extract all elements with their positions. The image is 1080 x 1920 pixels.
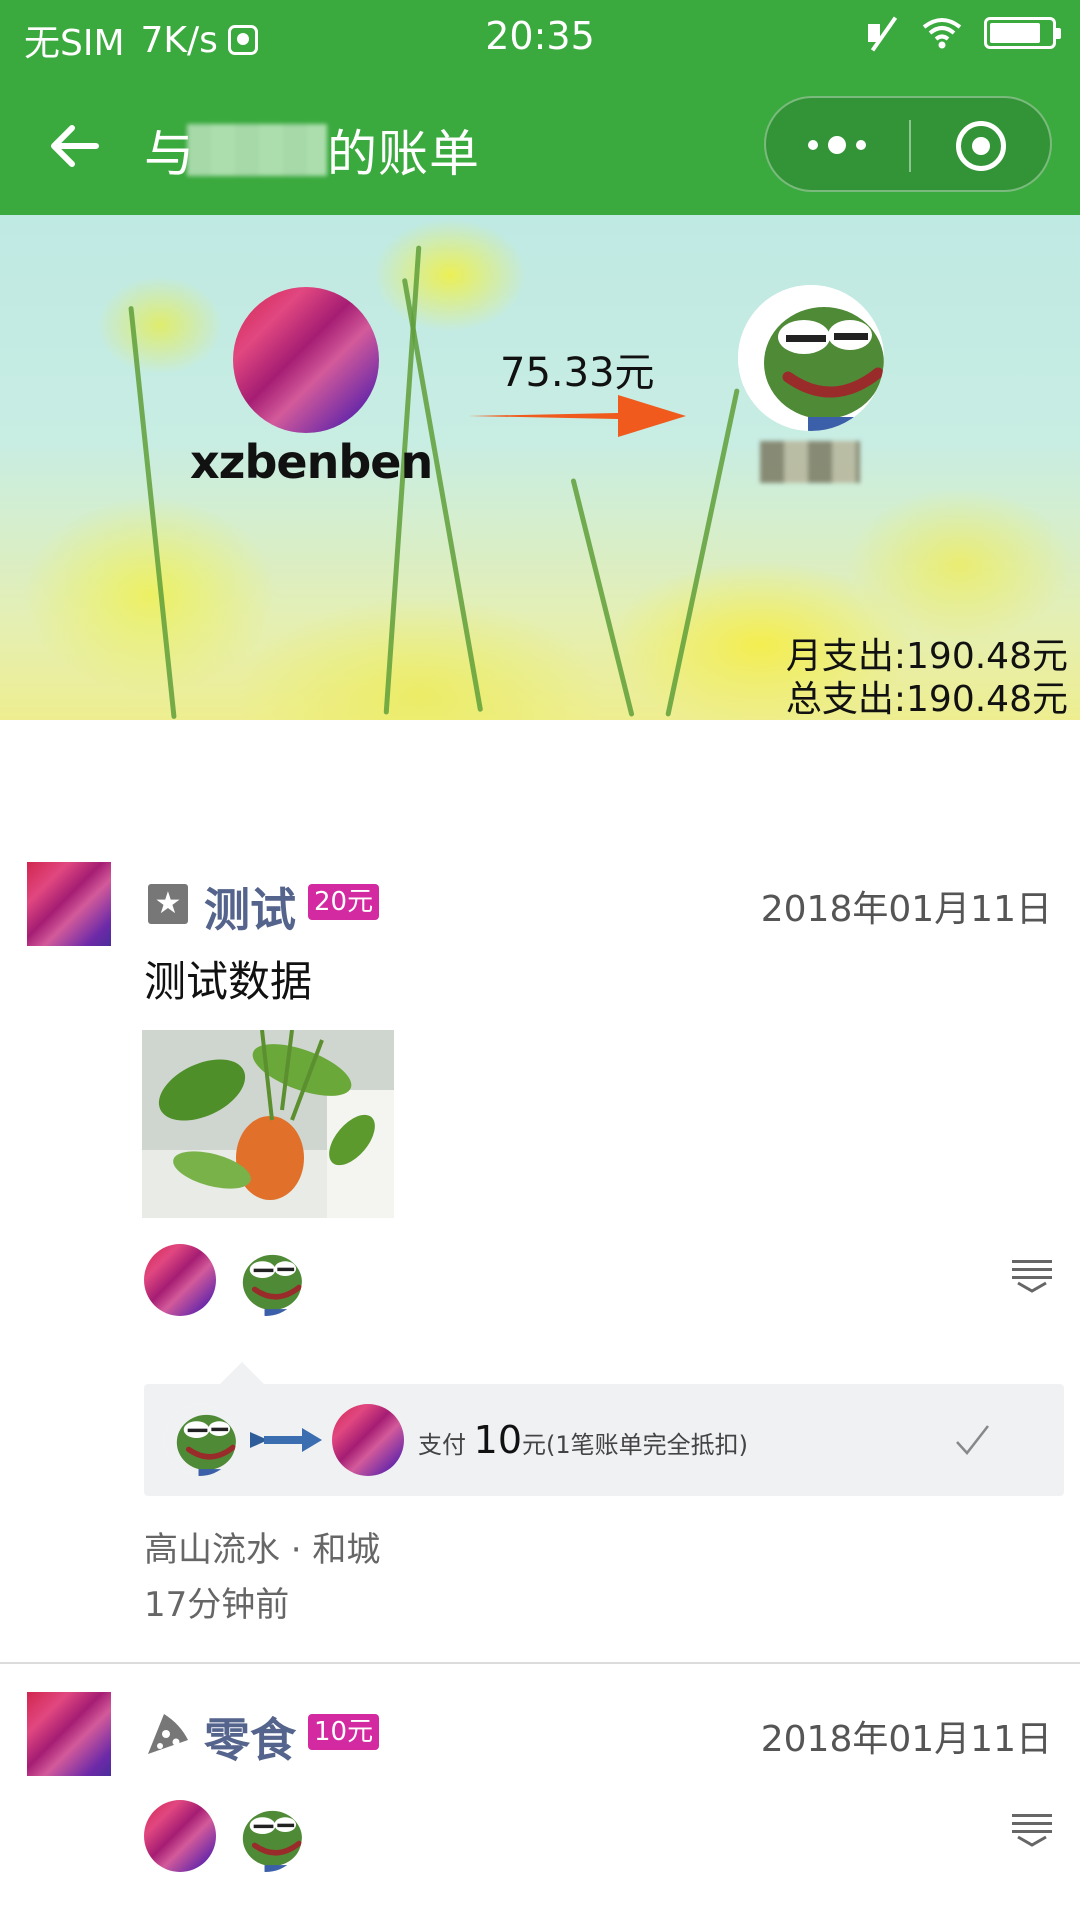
total-spend: 总支出:190.48元	[785, 679, 1068, 720]
participant-avatar[interactable]	[144, 1244, 216, 1316]
frog-face-icon	[230, 1244, 302, 1316]
more-options-button[interactable]	[766, 98, 909, 194]
post-date: 2018年01月11日	[760, 1719, 1052, 1760]
category-name[interactable]: 测试	[204, 874, 296, 940]
miniprogram-capsule	[764, 96, 1052, 192]
settlement-prefix: 支付	[418, 1431, 466, 1459]
payer-avatar[interactable]	[233, 287, 379, 433]
post-separator	[0, 1662, 1080, 1664]
flower-stem	[570, 478, 635, 717]
flower-stem	[401, 277, 484, 713]
close-miniprogram-button[interactable]	[911, 98, 1054, 194]
frog-face-icon	[164, 1404, 236, 1476]
star-icon: ★	[148, 884, 188, 924]
frog-face-icon	[738, 285, 884, 431]
more-dot-icon	[808, 140, 818, 150]
title-suffix: 的账单	[327, 125, 480, 183]
redacted-payee-name	[760, 441, 860, 483]
payee-mini-avatar	[332, 1404, 404, 1476]
participant-avatar[interactable]	[230, 1244, 302, 1316]
check-icon	[956, 1425, 989, 1455]
back-arrow-icon[interactable]	[44, 116, 104, 176]
amount-badge: 20元	[308, 884, 380, 920]
pizza-icon	[148, 1714, 188, 1754]
wifi-icon	[922, 18, 962, 49]
poster-avatar[interactable]	[27, 1692, 111, 1776]
status-right	[866, 16, 1061, 50]
amount-badge: 10元	[308, 1714, 380, 1750]
settlement-box[interactable]: 支付 10元(1笔账单完全抵扣)	[144, 1362, 1064, 1496]
settlement-suffix: 元(1笔账单完全抵扣)	[522, 1431, 748, 1459]
plant-photo-icon	[142, 1030, 394, 1218]
bill-banner: xzbenben 75.33元 月支出:190.48元 总支出:190.48元	[0, 215, 1080, 720]
details-menu-icon[interactable]	[1012, 1812, 1052, 1848]
transfer-amount: 75.33元	[500, 350, 655, 396]
frog-face-icon	[230, 1800, 302, 1872]
flower-stem	[128, 305, 177, 720]
post-description: 测试数据	[144, 957, 313, 1006]
transfer-arrow-icon	[468, 395, 686, 437]
top-bar: 无SIM 7K/s 20:35 与 的账单	[0, 0, 1080, 215]
settlement-amount: 10	[473, 1418, 522, 1462]
navigation-bar: 与 的账单	[0, 74, 1080, 215]
payee-avatar[interactable]	[738, 285, 884, 431]
payer-name: xzbenben	[190, 435, 433, 489]
status-bar: 无SIM 7K/s 20:35	[0, 0, 1080, 74]
settlement-text: 支付 10元(1笔账单完全抵扣)	[418, 1418, 748, 1462]
more-dot-icon	[856, 140, 866, 150]
participant-avatar[interactable]	[144, 1800, 216, 1872]
post-date: 2018年01月11日	[760, 889, 1052, 930]
payer-mini-avatar	[164, 1404, 236, 1476]
post-photo[interactable]	[142, 1030, 394, 1218]
time-ago: 17分钟前	[144, 1585, 290, 1625]
battery-icon	[984, 17, 1061, 49]
more-dot-icon	[828, 136, 846, 154]
details-menu-icon[interactable]	[1012, 1258, 1052, 1294]
poster-avatar[interactable]	[27, 862, 111, 946]
redacted-name	[187, 124, 327, 176]
pay-arrow-icon	[250, 1428, 322, 1452]
mute-icon	[866, 16, 900, 50]
page-title: 与 的账单	[144, 114, 480, 186]
participant-avatar[interactable]	[230, 1800, 302, 1872]
location-text[interactable]: 高山流水 · 和城	[144, 1522, 380, 1571]
category-name[interactable]: 零食	[204, 1704, 296, 1770]
